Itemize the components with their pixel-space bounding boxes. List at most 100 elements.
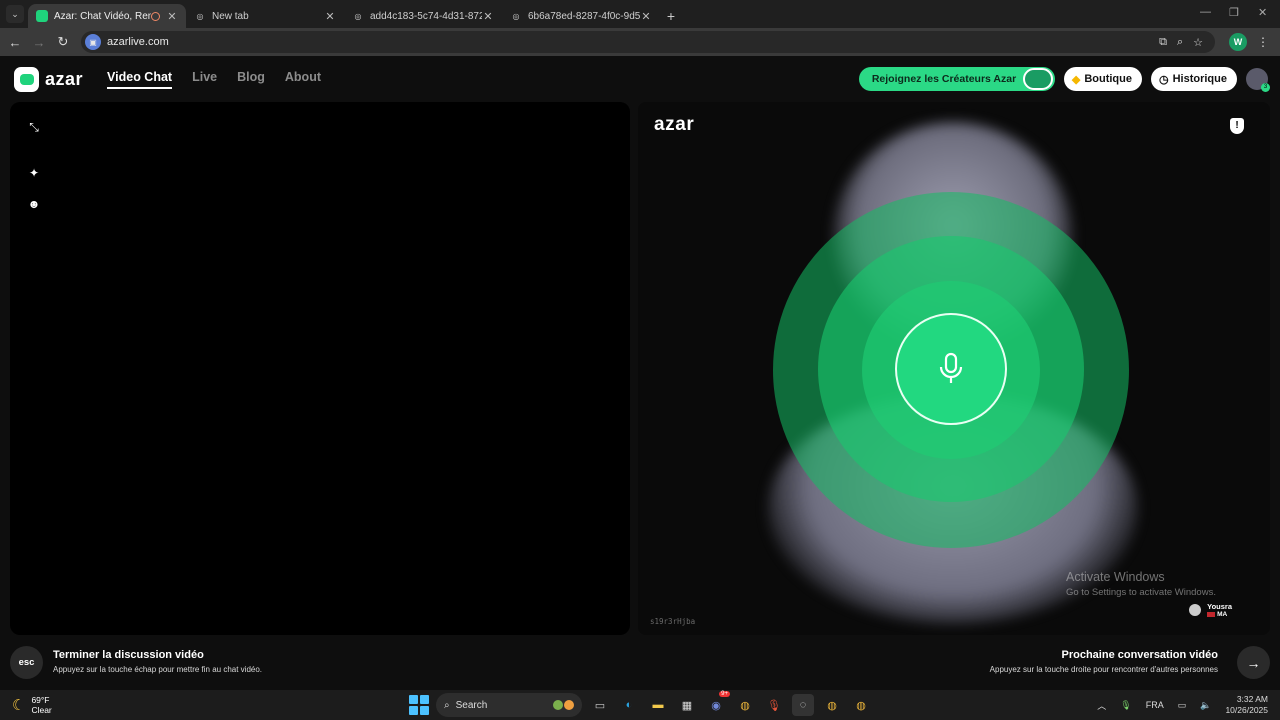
taskbar-search[interactable]: ⌕ Search bbox=[436, 693, 582, 717]
file-explorer-icon[interactable]: ▬ bbox=[647, 694, 669, 716]
join-creators-label: Rejoignez les Créateurs Azar bbox=[871, 73, 1017, 85]
boutique-label: Boutique bbox=[1084, 73, 1132, 85]
recording-icon bbox=[151, 11, 160, 21]
zoom-icon[interactable]: ⌕ bbox=[1177, 36, 1183, 49]
azar-logo[interactable]: azar bbox=[14, 66, 84, 92]
new-tab-button[interactable]: + bbox=[660, 8, 682, 24]
nav-blog[interactable]: Blog bbox=[237, 70, 265, 89]
discord-badge: 9+ bbox=[719, 691, 730, 697]
weather-temperature: 69°F bbox=[31, 695, 50, 705]
url-text: azarlive.com bbox=[107, 36, 169, 48]
globe-icon: ◎ bbox=[196, 11, 204, 21]
store-icon[interactable]: ▦ bbox=[676, 694, 698, 716]
recorder-mic-icon[interactable]: 🎙 bbox=[763, 694, 785, 716]
avatar-badge: 3 bbox=[1261, 83, 1270, 92]
minimize-icon[interactable]: — bbox=[1200, 6, 1211, 18]
historique-button[interactable]: ◷ Historique bbox=[1150, 67, 1237, 91]
close-tab-icon[interactable]: ✕ bbox=[324, 10, 336, 23]
network-icon[interactable]: ▭ bbox=[1178, 700, 1187, 711]
tab-title: add4c183-5c74-4d31-8721-f29 bbox=[370, 10, 482, 22]
bookmark-star-icon[interactable]: ☆ bbox=[1193, 36, 1203, 49]
end-chat-title: Terminer la discussion vidéo bbox=[53, 649, 204, 661]
tab-title: New tab bbox=[212, 10, 249, 22]
discord-icon[interactable]: ◉ 9+ bbox=[705, 691, 730, 716]
globe-icon: ◎ bbox=[512, 11, 520, 21]
face-filter-icon[interactable]: ☻ bbox=[27, 197, 41, 211]
chrome-w-profile-icon[interactable]: ◍ bbox=[850, 694, 872, 716]
back-icon[interactable]: ← bbox=[3, 35, 27, 50]
end-chat-esc-button[interactable]: esc bbox=[10, 646, 43, 679]
browser-menu-icon[interactable]: ⋮ bbox=[1257, 35, 1269, 49]
windows-taskbar: ☾ 69°F Clear ⌕ Search ▭ ◐ ▬ ▦ ◉ 9+ ◍ 🎙 ◌ … bbox=[0, 690, 1280, 720]
partner-country: MA bbox=[1217, 611, 1228, 618]
partner-name: Yousra bbox=[1207, 602, 1232, 611]
task-view-icon[interactable]: ▭ bbox=[589, 694, 611, 716]
next-chat-title: Prochaine conversation vidéo bbox=[1061, 649, 1219, 661]
close-tab-icon[interactable]: ✕ bbox=[166, 10, 178, 23]
clock-time: 3:32 AM bbox=[1236, 694, 1268, 704]
profile-avatar[interactable]: W bbox=[1229, 33, 1247, 51]
partner-info[interactable]: Yousra MA bbox=[1189, 602, 1232, 618]
close-tab-icon[interactable]: ✕ bbox=[482, 10, 494, 23]
tab-add4c183[interactable]: ◎ add4c183-5c74-4d31-8721-f29 ✕ bbox=[344, 4, 502, 28]
panel-azar-logo: azar bbox=[654, 114, 695, 135]
azar-logo-icon bbox=[14, 66, 39, 92]
partner-avatar-icon bbox=[1189, 604, 1202, 616]
tab-6b6a78ed[interactable]: ◎ 6b6a78ed-8287-4f0c-9d53-e4f ✕ bbox=[502, 4, 660, 28]
clock-icon: ◷ bbox=[1158, 73, 1169, 86]
nav-about[interactable]: About bbox=[285, 70, 321, 89]
partner-video-panel: azar ! s19r3rHjba Yousra MA bbox=[638, 102, 1270, 635]
microphone-icon bbox=[939, 352, 963, 383]
globe-icon: ◎ bbox=[354, 11, 362, 21]
next-chat-description: Appuyez sur la touche droite pour rencon… bbox=[989, 665, 1218, 674]
main-nav: Video Chat Live Blog About bbox=[107, 70, 321, 89]
creators-badge-icon bbox=[1022, 68, 1053, 90]
restore-icon[interactable]: ❐ bbox=[1229, 6, 1239, 19]
historique-label: Historique bbox=[1172, 73, 1227, 85]
start-button[interactable] bbox=[409, 695, 429, 715]
taskbar-clock[interactable]: 3:32 AM 10/26/2025 bbox=[1225, 694, 1268, 716]
join-creators-button[interactable]: Rejoignez les Créateurs Azar bbox=[858, 67, 1055, 91]
report-shield-icon[interactable]: ! bbox=[1230, 118, 1244, 134]
browser-toolbar: ← → ↻ ▣ azarlive.com ⧉ ⌕ ☆ W ⋮ bbox=[0, 28, 1280, 56]
chrome-profile-icon[interactable]: ◍ bbox=[821, 694, 843, 716]
close-tab-icon[interactable]: ✕ bbox=[640, 10, 652, 23]
site-info-icon[interactable]: ▣ bbox=[85, 34, 101, 50]
install-app-icon[interactable]: ⧉ bbox=[1159, 36, 1167, 49]
weather-widget[interactable]: ☾ 69°F Clear bbox=[12, 695, 52, 715]
end-chat-description: Appuyez sur la touche échap pour mettre … bbox=[53, 665, 263, 674]
forward-icon[interactable]: → bbox=[27, 35, 51, 50]
nav-video-chat[interactable]: Video Chat bbox=[107, 70, 173, 89]
input-language[interactable]: FRA bbox=[1146, 700, 1164, 710]
boutique-button[interactable]: ◆ Boutique bbox=[1063, 67, 1142, 91]
tab-new-tab[interactable]: ◎ New tab ✕ bbox=[186, 4, 344, 28]
tab-search-chevron-icon[interactable]: ⌄ bbox=[6, 5, 24, 23]
gem-icon: ◆ bbox=[1071, 73, 1081, 86]
keyboard-hints-bar: esc Terminer la discussion vidéo Appuyez… bbox=[0, 642, 1280, 690]
sparkle-effects-icon[interactable]: ✦ bbox=[27, 166, 41, 180]
obs-icon[interactable]: ◌ bbox=[792, 694, 814, 716]
microphone-button[interactable] bbox=[895, 313, 1007, 425]
user-avatar[interactable]: 3 bbox=[1246, 68, 1270, 92]
nav-live[interactable]: Live bbox=[192, 70, 217, 89]
site-header: azar Video Chat Live Blog About Rejoigne… bbox=[0, 56, 1280, 102]
azar-favicon-icon bbox=[36, 10, 48, 22]
activate-windows-subtitle: Go to Settings to activate Windows. bbox=[1066, 587, 1216, 598]
minimize-video-icon[interactable]: ⤡ bbox=[27, 120, 41, 134]
activate-windows-watermark: Activate Windows Go to Settings to activ… bbox=[1066, 570, 1216, 598]
address-bar[interactable]: ▣ azarlive.com ⧉ ⌕ ☆ bbox=[81, 31, 1215, 53]
tab-azar[interactable]: Azar: Chat Vidéo, Rencontr ✕ bbox=[28, 4, 186, 28]
chrome-icon[interactable]: ◍ bbox=[734, 694, 756, 716]
tray-mic-icon[interactable]: 🎙 bbox=[1120, 700, 1131, 711]
tab-title: Azar: Chat Vidéo, Rencontr bbox=[54, 10, 151, 22]
logo-text: azar bbox=[45, 68, 84, 89]
reload-icon[interactable]: ↻ bbox=[51, 34, 75, 50]
close-window-icon[interactable]: ✕ bbox=[1258, 6, 1267, 19]
edge-icon[interactable]: ◐ bbox=[618, 694, 640, 716]
search-placeholder: Search bbox=[455, 699, 488, 711]
tray-chevron-icon[interactable]: ︿ bbox=[1097, 699, 1106, 712]
volume-icon[interactable]: 🔈 bbox=[1200, 700, 1211, 711]
search-icon: ⌕ bbox=[444, 699, 450, 711]
weather-condition: Clear bbox=[31, 705, 52, 715]
next-chat-arrow-button[interactable]: → bbox=[1237, 646, 1270, 679]
